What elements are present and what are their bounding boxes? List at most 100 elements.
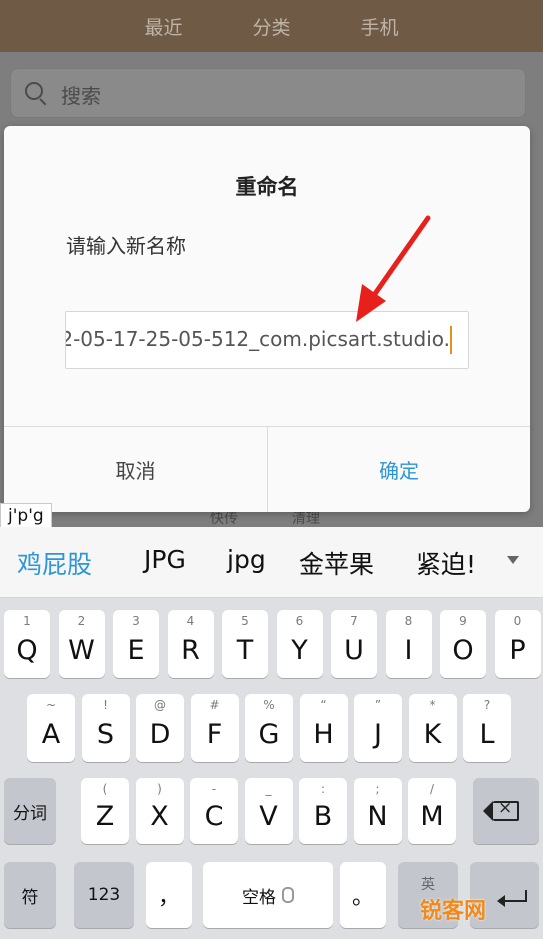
comma-key[interactable]: ， (146, 862, 192, 928)
key-u[interactable]: 7U (331, 610, 377, 678)
key-secondary-label: 1 (23, 614, 31, 628)
symbol-key[interactable]: 符 (4, 862, 56, 928)
enter-icon (497, 890, 527, 907)
key-label: T (236, 635, 254, 666)
key-secondary-label: # (209, 698, 220, 712)
key-w[interactable]: 2W (58, 610, 105, 678)
segment-key[interactable]: 分词 (4, 778, 56, 844)
key-label: N (367, 801, 388, 832)
watermark-logo: 锐客网 (420, 899, 487, 924)
key-j[interactable]: ” J (354, 694, 402, 762)
period-key[interactable]: 。 (340, 862, 386, 928)
key-label: O (452, 635, 474, 666)
key-secondary-label: * (429, 698, 436, 712)
search-input[interactable]: 搜索 (10, 68, 526, 118)
key-n[interactable]: ; N (353, 778, 402, 844)
key-secondary-label: ? (483, 698, 491, 712)
key-secondary-label: 2 (77, 614, 86, 628)
key-g[interactable]: % G (245, 694, 293, 762)
key-s[interactable]: ! S (81, 694, 130, 762)
key-label: I (404, 635, 413, 666)
key-label: B (313, 801, 333, 832)
key-label: D (149, 719, 171, 750)
candidate-item[interactable]: 金苹果 (299, 545, 374, 581)
key-e[interactable]: 3E (113, 610, 159, 678)
key-c[interactable]: -C (190, 778, 238, 844)
key-label: V (259, 801, 278, 832)
key-label: Z (95, 801, 115, 832)
key-label: M (420, 801, 444, 832)
key-label: J (374, 719, 382, 750)
key-secondary-label: 4 (186, 614, 195, 628)
expand-candidates-icon[interactable] (507, 556, 519, 564)
key-label: P (509, 635, 526, 666)
tab-category[interactable]: 分类 (218, 13, 326, 40)
segment-key-label: 分词 (13, 803, 47, 824)
key-label: Y (291, 635, 308, 666)
key-secondary-label: ” (374, 698, 382, 712)
key-d[interactable]: @ D (136, 694, 184, 762)
key-secondary-label: 3 (132, 614, 140, 628)
key-z[interactable]: (Z (81, 778, 129, 844)
space-key[interactable]: 空格 (203, 862, 333, 928)
key-secondary-label: 5 (241, 614, 249, 628)
key-secondary-label: 9 (459, 614, 467, 628)
key-secondary-label: ) (157, 782, 162, 796)
candidate-item[interactable]: jpg (227, 545, 266, 574)
key-secondary-label: 7 (350, 614, 358, 628)
rename-input[interactable]: 2-05-17-25-05-512_com.picsart.studio. (65, 311, 469, 369)
keyboard: 1Q2W3E4R5T6Y7U8I9O0P ~ A! S @ D # F% G “H” J * K? L … (0, 598, 543, 939)
composing-text: j'p'g (0, 503, 52, 528)
rename-dialog: 重命名 请输入新名称 2-05-17-25-05-512_com.picsart… (4, 126, 530, 512)
key-h[interactable]: “H (299, 694, 348, 762)
key-secondary-label: : (320, 782, 326, 796)
key-secondary-label: ~ (45, 698, 57, 712)
numeric-key[interactable]: 123 (74, 862, 134, 928)
confirm-button[interactable]: 确定 (268, 427, 530, 512)
dialog-prompt: 请输入新名称 (66, 234, 186, 258)
key-t[interactable]: 5T (222, 610, 268, 678)
key-b[interactable]: :B (299, 778, 347, 844)
key-y[interactable]: 6Y (276, 610, 323, 678)
key-x[interactable]: ) X (135, 778, 184, 844)
cancel-button[interactable]: 取消 (4, 427, 267, 512)
key-secondary-label: % (263, 698, 275, 712)
comma-key-label: ， (157, 885, 180, 910)
key-o[interactable]: 9O (440, 610, 486, 678)
key-label: A (41, 719, 61, 750)
key-secondary-label: ! (103, 698, 108, 712)
key-k[interactable]: * K (408, 694, 457, 762)
backspace-key[interactable] (473, 778, 539, 844)
candidate-item[interactable]: JPG (144, 545, 186, 574)
key-l[interactable]: ? L (463, 694, 511, 762)
backspace-icon (483, 798, 519, 821)
key-m[interactable]: / M (408, 778, 456, 844)
symbol-key-label: 符 (21, 887, 39, 908)
tab-phone[interactable]: 手机 (326, 13, 434, 40)
key-label: K (423, 719, 442, 750)
tab-recent[interactable]: 最近 (110, 13, 218, 40)
key-secondary-label: _ (265, 782, 272, 796)
key-i[interactable]: 8I (385, 610, 432, 678)
key-q[interactable]: 1Q (4, 610, 50, 678)
candidate-item[interactable]: 紧迫! (416, 545, 482, 581)
key-a[interactable]: ~ A (27, 694, 75, 762)
candidate-item[interactable]: 鸡屁股 (17, 545, 92, 581)
search-icon (25, 82, 43, 100)
space-key-label: 空格 (242, 887, 276, 908)
key-label: F (206, 719, 223, 750)
key-p[interactable]: 0P (494, 610, 541, 678)
key-label: H (313, 719, 334, 750)
key-label: U (344, 635, 364, 666)
rename-input-value: 2-05-17-25-05-512_com.picsart.studio. (65, 327, 450, 351)
key-label: G (258, 719, 280, 750)
key-v[interactable]: _ V (244, 778, 293, 844)
text-caret (450, 326, 452, 354)
key-f[interactable]: # F (190, 694, 239, 762)
key-label: C (204, 801, 224, 832)
key-r[interactable]: 4R (167, 610, 214, 678)
key-label: S (96, 719, 115, 750)
key-label: R (181, 635, 200, 666)
key-secondary-label: ; (375, 782, 380, 796)
key-label: L (479, 719, 495, 750)
